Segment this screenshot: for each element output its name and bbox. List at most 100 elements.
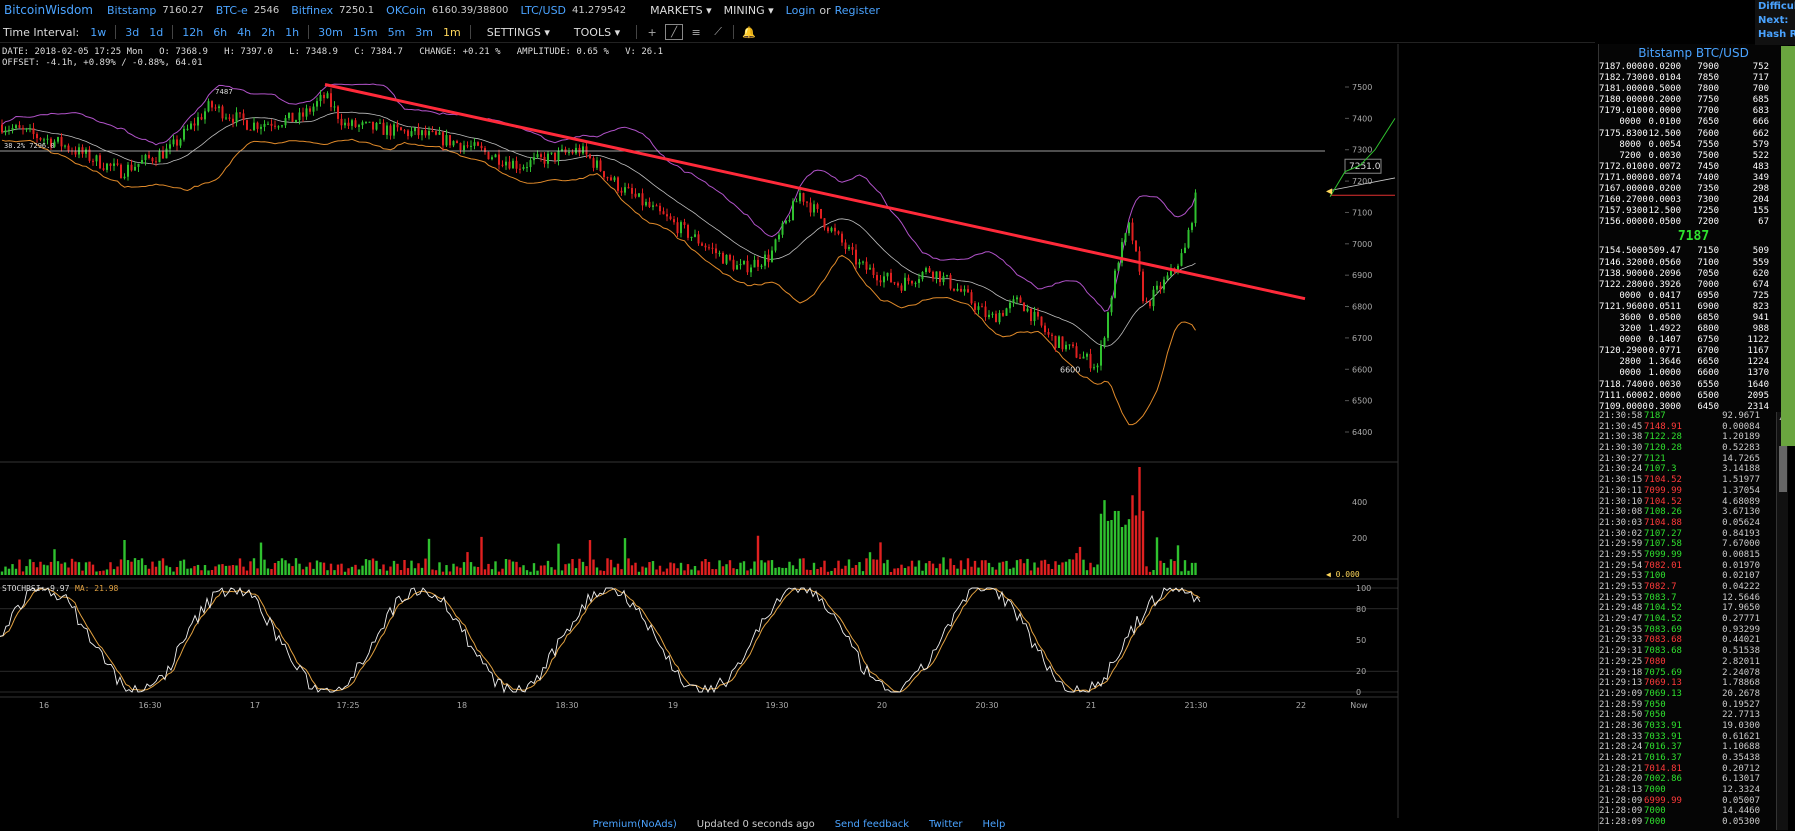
candle-body (36, 134, 38, 139)
interval-1w[interactable]: 1w (90, 26, 106, 39)
volume-bar (966, 558, 970, 575)
interval-1d[interactable]: 1d (149, 26, 163, 39)
ask-row-cell: 204 (1752, 195, 1769, 206)
stoch-ma-line (0, 587, 1201, 693)
market-bitfinex[interactable]: Bitfinex (291, 4, 333, 17)
crosshair-icon[interactable]: + (643, 24, 661, 40)
trade-row: 21:29:53 7100 0.02107 (1599, 571, 1777, 582)
ask-row: 7200 0.0030 7500 522 (1599, 151, 1788, 162)
interval-15m[interactable]: 15m (353, 26, 378, 39)
trade-amount: 0.05007 (1722, 795, 1760, 806)
volume-bar (1134, 515, 1138, 575)
fib-label: 38.2% 7296.0 (4, 142, 55, 150)
trade-price: 7099.99 (1644, 485, 1682, 496)
interval-1h[interactable]: 1h (285, 26, 299, 39)
twitter-link[interactable]: Twitter (929, 819, 963, 830)
price-axis-label: 7300 (1352, 146, 1372, 155)
candle-body (340, 118, 343, 126)
market-bitstamp-price: 7160.27 (162, 4, 204, 16)
volume-bar (1145, 566, 1148, 575)
candle-body (802, 193, 805, 202)
volume-bar (252, 558, 256, 575)
interval-5m[interactable]: 5m (388, 26, 406, 39)
login-link[interactable]: Login (786, 4, 816, 17)
market-okcoin-price: 6160.39/38800 (431, 4, 509, 16)
interval-3m[interactable]: 3m (415, 26, 433, 39)
market-okcoin[interactable]: OKCoin (386, 4, 426, 17)
line-icon[interactable]: ╱ (665, 24, 684, 40)
ask-row-cell: 7171.0000 (1599, 172, 1648, 183)
ask-row-cell: 0.0072 (1648, 161, 1681, 172)
interval-1m[interactable]: 1m (443, 26, 461, 39)
interval-30m[interactable]: 30m (318, 26, 343, 39)
candle-body (330, 93, 332, 108)
volume-bar (1075, 553, 1078, 575)
volume-bar (1110, 520, 1113, 575)
interval-12h[interactable]: 12h (182, 26, 203, 39)
candle-body (277, 126, 280, 128)
register-link[interactable]: Register (835, 4, 880, 17)
volume-bar (1117, 510, 1120, 575)
trade-time: 21:30:27 (1599, 453, 1643, 464)
volume-bar (539, 565, 543, 575)
candle-body (197, 117, 199, 126)
interval-3d[interactable]: 3d (125, 26, 139, 39)
orderbook-title[interactable]: Bitstamp BTC/USD (1599, 44, 1788, 62)
interval-2h[interactable]: 2h (261, 26, 275, 39)
fib-icon[interactable]: ⟋ (709, 24, 727, 40)
interval-6h[interactable]: 6h (213, 26, 227, 39)
volume-bar (851, 567, 854, 575)
trade-row: 21:30:27 7121 14.7265 (1599, 454, 1777, 465)
market-btce[interactable]: BTC-e (216, 4, 248, 17)
volume-bar (315, 560, 319, 575)
volume-bar (382, 564, 385, 575)
trade-price: 7104.52 (1644, 496, 1682, 507)
site-logo[interactable]: BitcoinWisdom (4, 3, 93, 17)
candle-body (732, 259, 735, 270)
ad-panel[interactable] (1781, 46, 1795, 446)
candle-body (641, 193, 644, 206)
volume-bar (1124, 524, 1127, 575)
trades-scrollbar[interactable]: ▲ (1776, 412, 1788, 830)
trade-time: 21:28:59 (1599, 699, 1643, 710)
tools-dropdown[interactable]: TOOLS ▾ (574, 26, 620, 39)
ask-row: 7181.0000 0.5000 7800 700 (1599, 84, 1788, 95)
bid-row-cell: 6900 (1697, 301, 1719, 312)
volume-bar (333, 570, 336, 575)
candle-body (134, 166, 136, 171)
candle-body (725, 254, 728, 264)
bell-icon[interactable]: 🔔 (740, 24, 758, 40)
volume-bar (511, 561, 515, 575)
volume-bar (361, 565, 364, 575)
trade-row: 21:30:03 7104.88 0.05624 (1599, 518, 1777, 529)
hline-icon[interactable]: ≡ (687, 24, 705, 40)
help-link[interactable]: Help (983, 819, 1006, 830)
scrollbar-thumb[interactable] (1779, 446, 1787, 492)
volume-bar (175, 567, 179, 575)
ask-row-cell: 7172.0100 (1599, 161, 1648, 172)
trade-time: 21:29:25 (1599, 656, 1643, 667)
bid-row-cell: 509 (1752, 246, 1769, 257)
candle-body (127, 164, 129, 177)
trade-time: 21:29:13 (1599, 678, 1643, 689)
market-ltcusd[interactable]: LTC/USD (520, 4, 566, 17)
volume-bar (644, 567, 648, 575)
trade-row: 21:29:47 7104.52 0.27771 (1599, 614, 1777, 625)
ask-row-cell: 7200 (1697, 217, 1719, 228)
candle-body (1061, 336, 1064, 350)
interval-4h[interactable]: 4h (237, 26, 251, 39)
price-chart[interactable]: 38.2% 7296.0 7487 6600 7251.0 ◀ STOCHRSI: 9.… (0, 44, 1598, 818)
candle-body (1103, 337, 1106, 346)
markets-menu[interactable]: MARKETS ▾ (650, 4, 712, 17)
bid-row-cell: 6750 (1697, 335, 1719, 346)
settings-dropdown[interactable]: SETTINGS ▾ (487, 26, 550, 39)
chart-axes: 7500 7400 7300 7200 7100 7000 6900 6800 6700 6600… (39, 83, 1372, 710)
market-bitstamp[interactable]: Bitstamp (107, 4, 156, 17)
trade-price: 7083.68 (1644, 646, 1682, 657)
volume-bar (781, 567, 784, 575)
mining-menu[interactable]: MINING ▾ (724, 4, 774, 17)
candle-body (477, 142, 479, 146)
trade-time: 21:28:13 (1599, 785, 1643, 796)
feedback-link[interactable]: Send feedback (835, 819, 909, 830)
premium-link[interactable]: Premium(NoAds) (593, 819, 677, 830)
